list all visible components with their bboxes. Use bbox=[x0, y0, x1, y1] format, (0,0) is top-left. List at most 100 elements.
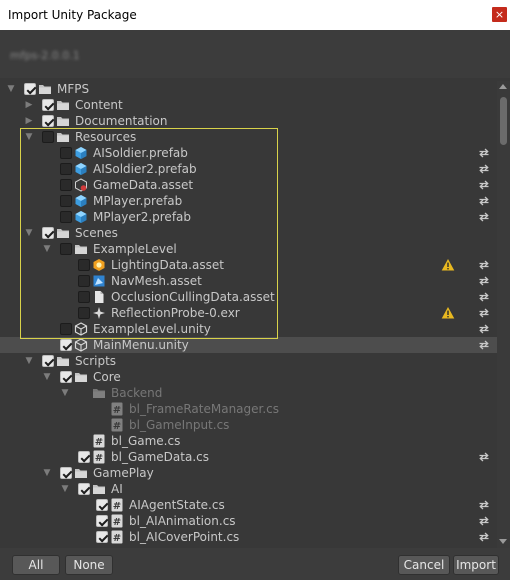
expand-arrow-icon[interactable]: ▼ bbox=[5, 82, 17, 96]
item-checkbox[interactable] bbox=[60, 243, 72, 255]
item-checkbox[interactable] bbox=[60, 323, 72, 335]
expand-arrow-icon[interactable]: ▼ bbox=[41, 370, 53, 384]
item-checkbox[interactable] bbox=[60, 467, 72, 479]
tree-row[interactable]: # bl_Game.cs bbox=[0, 433, 497, 449]
reimport-icon bbox=[477, 514, 491, 528]
tree-row[interactable]: ▼ AI bbox=[0, 481, 497, 497]
item-checkbox[interactable] bbox=[42, 99, 54, 111]
select-all-button[interactable]: All bbox=[12, 555, 60, 575]
tree-row[interactable]: # bl_GameInput.cs bbox=[0, 417, 497, 433]
expand-arrow-icon[interactable]: ▼ bbox=[23, 226, 35, 240]
expand-arrow-icon[interactable]: ▼ bbox=[23, 130, 35, 144]
item-checkbox[interactable] bbox=[60, 371, 72, 383]
tree-row[interactable]: ▼ ExampleLevel bbox=[0, 241, 497, 257]
tree-row[interactable]: # bl_AICoverPoint.cs bbox=[0, 529, 497, 545]
tree-row[interactable]: MainMenu.unity bbox=[0, 337, 497, 353]
item-checkbox[interactable] bbox=[60, 179, 72, 191]
title-bar: Import Unity Package × bbox=[0, 0, 510, 30]
reimport-icon bbox=[477, 210, 491, 224]
tree-row[interactable]: ▶ Documentation bbox=[0, 113, 497, 129]
expand-arrow-icon[interactable]: ▼ bbox=[59, 482, 71, 496]
item-checkbox[interactable] bbox=[96, 515, 108, 527]
scroll-thumb[interactable] bbox=[500, 97, 507, 145]
file-icon bbox=[92, 290, 106, 304]
tree-item-label: LightingData.asset bbox=[111, 258, 224, 272]
tree-row[interactable]: ▼ GamePlay bbox=[0, 465, 497, 481]
scroll-up-icon[interactable] bbox=[499, 84, 507, 89]
cs-script-icon: # bbox=[110, 498, 124, 512]
select-none-button[interactable]: None bbox=[65, 555, 113, 575]
item-checkbox[interactable] bbox=[60, 163, 72, 175]
tree-row[interactable]: OcclusionCullingData.asset bbox=[0, 289, 497, 305]
tree-row[interactable]: ExampleLevel.unity bbox=[0, 321, 497, 337]
tree-row[interactable]: AISoldier.prefab bbox=[0, 145, 497, 161]
tree-row[interactable]: MPlayer.prefab bbox=[0, 193, 497, 209]
tree-row[interactable]: ▶ Content bbox=[0, 97, 497, 113]
item-checkbox[interactable] bbox=[78, 275, 90, 287]
tree-row[interactable]: GameData.asset bbox=[0, 177, 497, 193]
item-checkbox[interactable] bbox=[42, 227, 54, 239]
collapse-arrow-icon[interactable]: ▶ bbox=[23, 114, 35, 128]
tree-row[interactable]: MPlayer2.prefab bbox=[0, 209, 497, 225]
tree-row[interactable]: ▼ Backend bbox=[0, 385, 497, 401]
item-checkbox[interactable] bbox=[78, 451, 90, 463]
tree-item-label: OcclusionCullingData.asset bbox=[111, 290, 275, 304]
tree-row[interactable]: LightingData.asset bbox=[0, 257, 497, 273]
item-checkbox[interactable] bbox=[78, 259, 90, 271]
reimport-icon bbox=[477, 274, 491, 288]
import-button[interactable]: Import bbox=[453, 555, 499, 575]
tree-row[interactable]: # AIAgentState.cs bbox=[0, 497, 497, 513]
item-checkbox[interactable] bbox=[42, 355, 54, 367]
expand-arrow-icon[interactable]: ▼ bbox=[23, 354, 35, 368]
tree-row[interactable]: AISoldier2.prefab bbox=[0, 161, 497, 177]
tree-row[interactable]: # bl_FrameRateManager.cs bbox=[0, 401, 497, 417]
vertical-scrollbar[interactable] bbox=[497, 81, 510, 548]
tree-row[interactable]: ▼ MFPS bbox=[0, 81, 497, 97]
item-checkbox[interactable] bbox=[60, 339, 72, 351]
cancel-button[interactable]: Cancel bbox=[398, 555, 450, 575]
reimport-icon bbox=[477, 258, 491, 272]
reimport-icon bbox=[477, 162, 491, 176]
item-checkbox[interactable] bbox=[78, 483, 90, 495]
expand-arrow-icon[interactable]: ▼ bbox=[41, 242, 53, 256]
item-checkbox[interactable] bbox=[96, 531, 108, 543]
close-button[interactable]: × bbox=[492, 7, 507, 22]
tree-item-label: ExampleLevel bbox=[93, 242, 177, 256]
cs-script-icon: # bbox=[92, 434, 106, 448]
svg-text:#: # bbox=[113, 405, 121, 416]
item-checkbox[interactable] bbox=[96, 499, 108, 511]
reimport-icon bbox=[477, 306, 491, 320]
folder-icon bbox=[56, 354, 70, 368]
warning-icon bbox=[441, 258, 455, 272]
tree-row[interactable]: ▼ Scenes bbox=[0, 225, 497, 241]
scroll-down-icon[interactable] bbox=[499, 539, 507, 544]
expand-arrow-icon[interactable]: ▼ bbox=[41, 466, 53, 480]
item-checkbox[interactable] bbox=[78, 291, 90, 303]
warning-icon bbox=[441, 306, 455, 320]
collapse-arrow-icon[interactable]: ▶ bbox=[23, 98, 35, 112]
svg-text:#: # bbox=[113, 501, 121, 512]
tree-row[interactable]: ReflectionProbe-0.exr bbox=[0, 305, 497, 321]
tree-row[interactable]: ▼ Scripts bbox=[0, 353, 497, 369]
item-checkbox[interactable] bbox=[60, 195, 72, 207]
tree-item-label: ExampleLevel.unity bbox=[93, 322, 211, 336]
tree-row[interactable]: # bl_GameData.cs bbox=[0, 449, 497, 465]
tree-row[interactable]: ▼ Core bbox=[0, 369, 497, 385]
reimport-icon bbox=[477, 530, 491, 544]
prefab-icon bbox=[74, 210, 88, 224]
item-checkbox[interactable] bbox=[42, 115, 54, 127]
reimport-icon bbox=[477, 338, 491, 352]
item-checkbox[interactable] bbox=[78, 307, 90, 319]
folder-icon bbox=[56, 130, 70, 144]
item-checkbox[interactable] bbox=[60, 147, 72, 159]
folder-icon bbox=[56, 226, 70, 240]
tree-row[interactable]: NavMesh.asset bbox=[0, 273, 497, 289]
item-checkbox[interactable] bbox=[60, 211, 72, 223]
item-checkbox[interactable] bbox=[24, 83, 36, 95]
svg-text:#: # bbox=[113, 517, 121, 528]
cs-script-icon: # bbox=[92, 450, 106, 464]
tree-row[interactable]: # bl_AIAnimation.cs bbox=[0, 513, 497, 529]
tree-row[interactable]: ▼ Resources bbox=[0, 129, 497, 145]
item-checkbox[interactable] bbox=[42, 131, 54, 143]
expand-arrow-icon[interactable]: ▼ bbox=[59, 386, 71, 400]
